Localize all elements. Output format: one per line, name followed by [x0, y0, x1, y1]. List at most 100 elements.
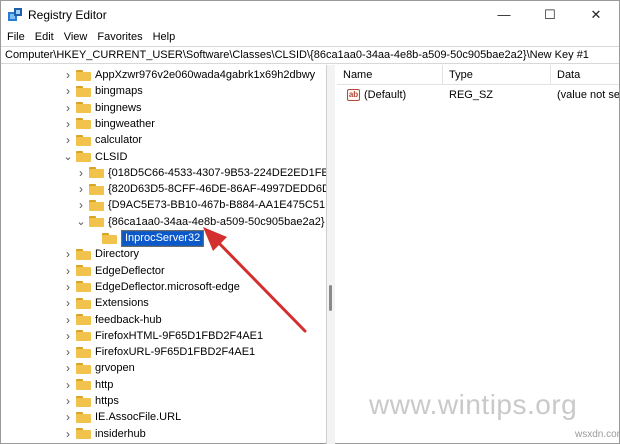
chevron-right-icon[interactable]: › — [63, 312, 73, 328]
tree-item[interactable]: › FirefoxURL-9F65D1FBD2F4AE1 — [63, 344, 255, 360]
column-header-data[interactable]: Data — [557, 69, 580, 81]
tree-item[interactable]: ⌄ CLSID — [63, 149, 127, 165]
folder-icon — [76, 346, 91, 358]
chevron-right-icon[interactable]: › — [63, 409, 73, 425]
chevron-right-icon[interactable]: › — [63, 279, 73, 295]
close-button[interactable]: ✕ — [573, 1, 619, 28]
tree-item[interactable]: › bingmaps — [63, 83, 143, 99]
column-divider[interactable] — [442, 65, 443, 85]
chevron-right-icon[interactable]: › — [63, 116, 73, 132]
tree-item[interactable]: › calculator — [63, 132, 142, 148]
chevron-right-icon[interactable]: › — [63, 426, 73, 442]
tree-item[interactable]: › FirefoxHTML-9F65D1FBD2F4AE1 — [63, 328, 263, 344]
tree-scrollbar[interactable] — [327, 65, 335, 444]
folder-icon — [76, 411, 91, 423]
value-list[interactable]: Name Type Data ab (Default) REG_SZ (valu… — [337, 65, 619, 444]
folder-icon — [76, 395, 91, 407]
close-icon: ✕ — [590, 6, 602, 22]
minimize-button[interactable]: — — [481, 1, 527, 28]
window-title: Registry Editor — [28, 8, 107, 22]
tree-item[interactable]: › feedback-hub — [63, 312, 162, 328]
folder-icon — [76, 281, 91, 293]
column-header-type[interactable]: Type — [449, 69, 473, 81]
title-bar[interactable]: Registry Editor — ☐ ✕ — [1, 1, 619, 28]
chevron-right-icon[interactable]: › — [63, 67, 73, 83]
folder-icon — [76, 330, 91, 342]
tree-item[interactable]: › {820D63D5-8CFF-46DE-86AF-4997DEDD6DB5} — [76, 181, 326, 197]
tree-item[interactable]: › https — [63, 393, 119, 409]
menu-file[interactable]: File — [7, 31, 25, 43]
tree-item[interactable]: › bingnews — [63, 100, 141, 116]
tree-item-label: AppXzwr976v2e060wada4gabrk1x69h2dbwy — [95, 69, 316, 81]
chevron-right-icon[interactable]: › — [63, 132, 73, 148]
chevron-right-icon[interactable]: › — [63, 246, 73, 262]
chevron-right-icon[interactable]: › — [63, 360, 73, 376]
folder-icon — [76, 151, 91, 162]
chevron-right-icon[interactable]: › — [76, 197, 86, 213]
chevron-right-icon[interactable]: › — [63, 295, 73, 311]
folder-icon — [89, 167, 104, 179]
chevron-right-icon[interactable]: › — [63, 377, 73, 393]
chevron-right-icon[interactable]: › — [63, 263, 73, 279]
tree-item[interactable]: › EdgeDeflector.microsoft-edge — [63, 279, 240, 295]
tree-item-label: Extensions — [95, 297, 149, 310]
tree-item[interactable]: InprocServer32 — [89, 229, 205, 247]
folder-icon — [89, 183, 104, 195]
menu-edit[interactable]: Edit — [35, 31, 54, 43]
tree-item[interactable]: › IE.AssocFile.URL — [63, 409, 181, 425]
rename-input[interactable]: InprocServer32 — [122, 230, 204, 246]
chevron-right-icon[interactable]: › — [63, 393, 73, 409]
tree-item-label: bingnews — [95, 101, 142, 114]
tree-item[interactable]: › bingweather — [63, 116, 155, 132]
tree-item-label: EdgeDeflector — [95, 264, 165, 277]
key-tree[interactable]: › AppXzwr976v2e060wada4gabrk1x69h2dbwy › bi… — [1, 65, 327, 444]
chevron-down-icon[interactable]: ⌄ — [76, 214, 86, 230]
tree-item[interactable]: › Extensions — [63, 295, 149, 311]
scrollbar-thumb[interactable] — [329, 285, 332, 311]
registry-editor-window: Registry Editor — ☐ ✕ File Edit View Fav… — [0, 0, 620, 444]
chevron-right-icon[interactable]: › — [76, 165, 86, 181]
value-row[interactable]: ab (Default) REG_SZ (value not set) — [337, 87, 619, 103]
chevron-right-icon[interactable]: › — [63, 83, 73, 99]
chevron-right-icon[interactable]: › — [63, 100, 73, 116]
tree-item[interactable]: › {018D5C66-4533-4307-9B53-224DE2ED1FE6} — [76, 165, 326, 181]
folder-icon — [76, 248, 91, 260]
tree-item-label: CLSID — [95, 150, 128, 163]
address-bar[interactable]: Computer\HKEY_CURRENT_USER\Software\Clas… — [1, 46, 619, 64]
tree-item[interactable]: › {D9AC5E73-BB10-467b-B884-AA1E475C51F5} — [76, 197, 326, 213]
menu-view[interactable]: View — [64, 31, 88, 43]
watermark: www.wintips.org — [369, 389, 578, 420]
tree-item[interactable]: › http — [63, 377, 113, 393]
tree-item-label: bingmaps — [95, 85, 143, 98]
column-divider[interactable] — [550, 65, 551, 85]
maximize-button[interactable]: ☐ — [527, 1, 573, 28]
rename-field[interactable]: InprocServer32 — [121, 229, 205, 247]
value-data: (value not set) — [557, 89, 619, 101]
folder-icon — [76, 102, 91, 114]
column-header-name[interactable]: Name — [343, 69, 372, 81]
chevron-right-icon[interactable]: › — [76, 181, 86, 197]
menu-bar: File Edit View Favorites Help — [1, 28, 619, 46]
tree-item-label: grvopen — [95, 362, 135, 375]
tree-item[interactable]: ⌄ {86ca1aa0-34aa-4e8b-a509-50c905bae2a2} — [76, 214, 324, 230]
tree-item[interactable]: › grvopen — [63, 360, 135, 376]
folder-icon — [76, 379, 91, 391]
chevron-right-icon[interactable]: › — [63, 344, 73, 360]
value-type: REG_SZ — [449, 89, 494, 101]
tree-item[interactable]: › Directory — [63, 246, 139, 262]
tree-item-label: calculator — [95, 134, 143, 147]
menu-favorites[interactable]: Favorites — [97, 31, 142, 43]
tree-item[interactable]: › insiderhub — [63, 426, 146, 442]
chevron-right-icon[interactable]: › — [63, 328, 73, 344]
registry-editor-app-icon — [8, 8, 22, 21]
menu-help[interactable]: Help — [153, 31, 176, 43]
folder-icon — [89, 216, 104, 228]
value-list-header: Name Type Data — [337, 65, 619, 85]
chevron-down-icon[interactable]: ⌄ — [63, 149, 73, 165]
folder-icon — [76, 362, 91, 374]
tree-item[interactable]: › EdgeDeflector — [63, 263, 165, 279]
folder-icon — [89, 199, 104, 211]
string-value-icon: ab — [347, 89, 360, 101]
tree-item[interactable]: › AppXzwr976v2e060wada4gabrk1x69h2dbwy — [63, 67, 315, 83]
